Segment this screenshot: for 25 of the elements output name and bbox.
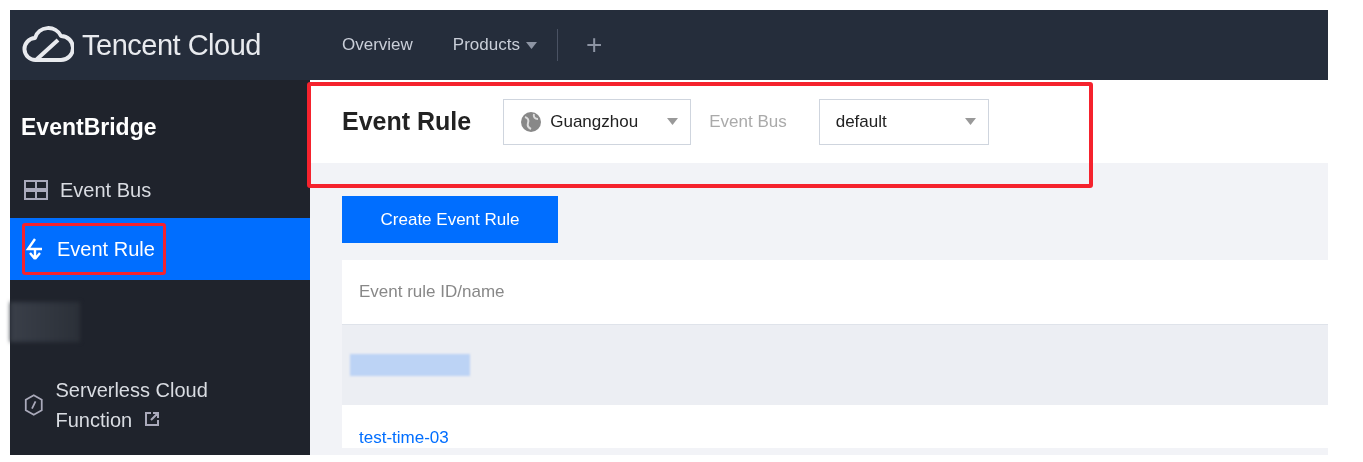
logo-text: Tencent Cloud [82,28,261,62]
event-bus-select[interactable]: default [818,98,989,145]
sidebar-item-label: Event Bus [60,178,152,203]
server-icon [24,180,48,200]
nav-menu-item[interactable]: Products [432,35,557,55]
page-title: Event Rule [342,107,472,136]
globe-icon [520,110,543,133]
sidebar-item[interactable]: Event Bus [10,164,310,216]
sidebar-title: EventBridge [20,113,158,142]
caret-icon [964,118,976,125]
create-event-rule-button[interactable]: Create Event Rule [342,196,558,243]
add-button[interactable]: + [571,29,617,61]
sidebar-item-label: Event Rule [57,237,155,262]
split-arrows-icon [25,238,45,260]
sidebar-item-label: Serverless Cloud Function [55,378,209,433]
nav-menu-item[interactable]: Overview [322,35,433,55]
region-select[interactable]: Guangzhou [503,98,692,145]
event-bus-label: Event Bus [709,111,787,132]
blurred-block [10,302,80,342]
caret-icon [667,118,679,125]
sidebar-item[interactable]: Event Rule [10,218,310,280]
cloud-logo-icon [22,26,74,64]
sidebar-item[interactable]: Serverless Cloud Function [10,364,310,446]
rule-name-link[interactable]: test-time-03 [359,428,449,448]
hexagon-icon [24,393,44,417]
